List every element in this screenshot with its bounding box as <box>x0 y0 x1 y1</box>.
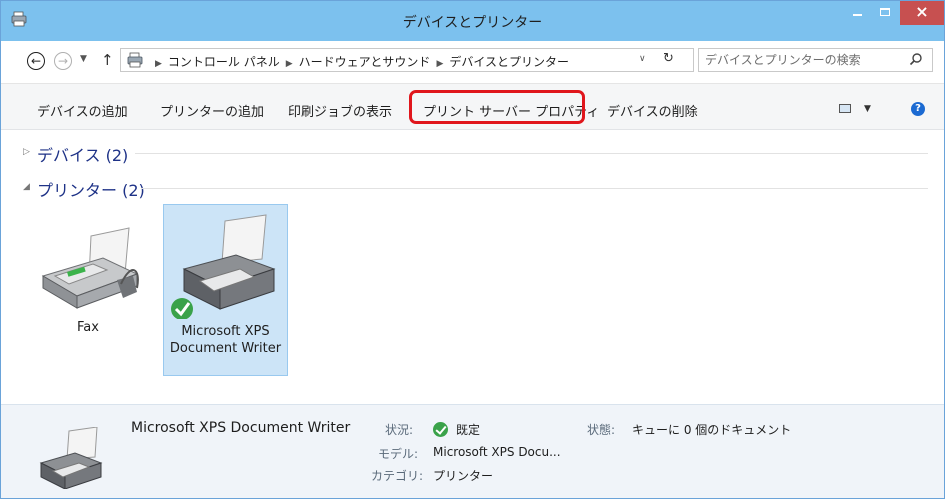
printer-tile-xps[interactable]: Microsoft XPS Document Writer <box>163 204 288 376</box>
breadcrumb-separator[interactable]: ▶ <box>286 59 293 69</box>
devices-printers-window: デバイスとプリンター × ← → ▼ ↑ ▶ コントロール パネル ▶ ハードウェアと… <box>0 0 945 499</box>
printer-icon <box>171 214 276 319</box>
group-devices[interactable]: ▷ デバイス (2) <box>23 142 928 166</box>
details-device-name: Microsoft XPS Document Writer <box>131 420 351 436</box>
default-check-icon <box>433 422 448 437</box>
printer-icon <box>39 427 103 489</box>
highlight-annotation <box>409 90 585 124</box>
help-icon[interactable]: ? <box>911 102 925 116</box>
close-icon: × <box>915 2 929 21</box>
refresh-button[interactable]: ↻ <box>663 51 674 66</box>
group-title[interactable]: デバイス (2) <box>37 142 128 166</box>
fax-icon <box>41 227 139 309</box>
search-icon[interactable] <box>909 52 923 66</box>
forward-button[interactable]: → <box>54 52 72 70</box>
printer-tile-fax[interactable]: Fax <box>33 222 143 352</box>
breadcrumb-control-panel[interactable]: コントロール パネル <box>168 55 280 69</box>
minimize-button[interactable] <box>843 1 871 25</box>
state-label: 状態: <box>587 423 616 437</box>
add-printer-button[interactable]: プリンターの追加 <box>160 101 264 120</box>
back-icon: ← <box>30 54 42 68</box>
group-printers[interactable]: ◢ プリンター (2) <box>23 177 928 201</box>
divider <box>141 188 928 189</box>
model-label: モデル: <box>378 447 419 461</box>
expand-icon[interactable]: ▷ <box>23 147 30 157</box>
printer-label: Microsoft XPS Document Writer <box>169 324 282 356</box>
status-label: 状況: <box>385 423 414 437</box>
refresh-icon: ↻ <box>663 51 674 66</box>
command-bar: デバイスの追加 プリンターの追加 印刷ジョブの表示 プリント サーバー プロパテ… <box>1 83 944 130</box>
view-options-dropdown[interactable]: ▼ <box>864 104 871 114</box>
category-label: カテゴリ: <box>371 469 424 483</box>
window-title: デバイスとプリンター <box>402 15 543 31</box>
forward-icon: → <box>57 54 69 68</box>
category-value: プリンター <box>433 469 494 483</box>
address-row: ← → ▼ ↑ ▶ コントロール パネル ▶ ハードウェアとサウンド ▶ デバイスとプリン… <box>1 41 944 83</box>
view-options-icon[interactable] <box>839 104 851 113</box>
maximize-button[interactable] <box>871 1 899 25</box>
search-input[interactable] <box>705 51 895 69</box>
status-value: 既定 <box>456 423 481 437</box>
printer-label: Fax <box>77 320 99 335</box>
address-dropdown[interactable]: ∨ <box>639 54 646 64</box>
devices-printers-icon <box>127 52 143 68</box>
view-print-jobs-button[interactable]: 印刷ジョブの表示 <box>288 101 392 120</box>
breadcrumb-separator[interactable]: ▶ <box>155 59 162 69</box>
model-value: Microsoft XPS Docu... <box>433 445 561 459</box>
collapse-icon[interactable]: ◢ <box>23 182 30 192</box>
details-pane: Microsoft XPS Document Writer 状況: 既定 状態:… <box>1 404 944 498</box>
state-value: キューに 0 個のドキュメント <box>632 423 792 437</box>
breadcrumb: ▶ コントロール パネル ▶ ハードウェアとサウンド ▶ デバイスとプリンター <box>149 53 569 70</box>
divider <box>135 153 928 154</box>
breadcrumb-separator[interactable]: ▶ <box>436 59 443 69</box>
title-bar: デバイスとプリンター × <box>1 1 944 41</box>
add-device-button[interactable]: デバイスの追加 <box>37 101 128 120</box>
recent-locations-dropdown[interactable]: ▼ <box>80 54 87 64</box>
remove-device-button[interactable]: デバイスの削除 <box>607 101 698 120</box>
breadcrumb-devices-printers[interactable]: デバイスとプリンター <box>449 55 569 69</box>
group-title[interactable]: プリンター (2) <box>37 177 145 201</box>
address-bar[interactable]: ▶ コントロール パネル ▶ ハードウェアとサウンド ▶ デバイスとプリンター ∨ ↻ <box>120 48 694 72</box>
up-button[interactable]: ↑ <box>101 51 114 69</box>
content-area: ▷ デバイス (2) ◢ プリンター (2) Fax Microsoft XPS… <box>1 130 944 404</box>
search-box[interactable] <box>698 48 933 72</box>
up-icon: ↑ <box>101 51 114 69</box>
close-button[interactable]: × <box>900 1 944 25</box>
back-button[interactable]: ← <box>27 52 45 70</box>
breadcrumb-hardware-sound[interactable]: ハードウェアとサウンド <box>299 55 431 69</box>
